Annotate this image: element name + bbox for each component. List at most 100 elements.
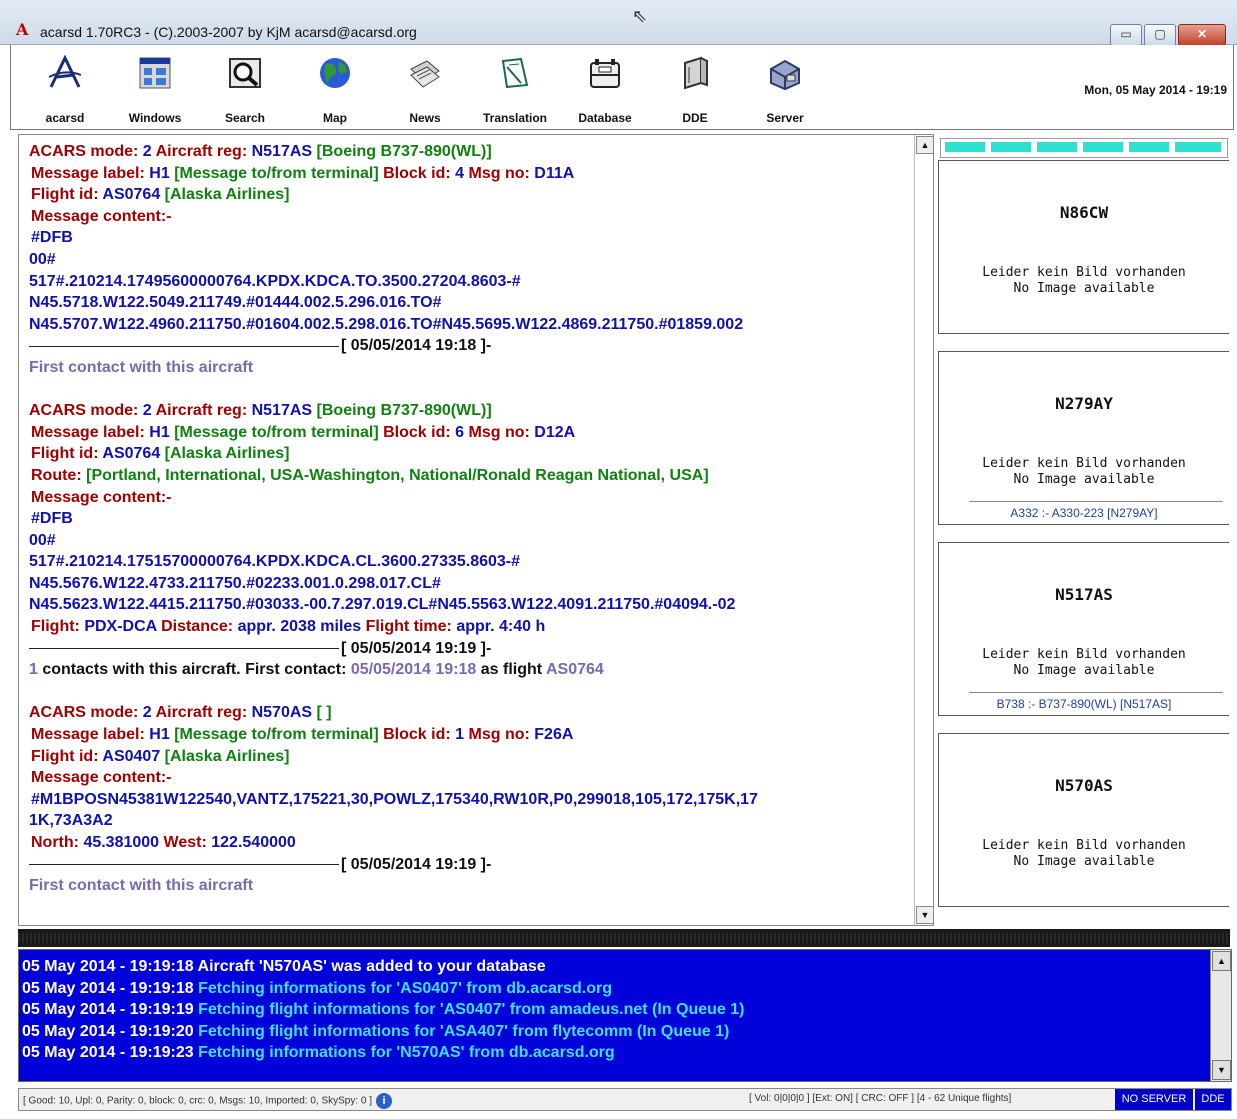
msgno-label: Msg no: [468, 423, 530, 441]
aircraft-card[interactable]: N517AS Leider kein Bild vorhanden No Imag… [938, 542, 1229, 716]
maximize-button[interactable]: ▢ [1144, 24, 1176, 46]
scroll-down-icon[interactable]: ▼ [1212, 1060, 1231, 1080]
toolbar-dde-label: DDE [682, 111, 708, 125]
block-label: Block id: [383, 726, 451, 744]
database-icon [590, 59, 620, 88]
flight-value: AS0764 [102, 445, 161, 463]
scroll-up-icon[interactable]: ▲ [916, 136, 933, 154]
toolbar-map-label: Map [323, 111, 347, 125]
status-settings: [ Vol: 0|0|0|0 ] [Ext: ON] [ CRC: OFF ] … [749, 1093, 1012, 1104]
toolbar-map-button[interactable]: Map [295, 49, 375, 125]
toolbar-database-button[interactable]: Database [565, 49, 645, 125]
route-line: Route: [Portland, International, USA-Was… [29, 465, 909, 487]
log-scrollbar[interactable]: ▲ ▼ [1210, 950, 1231, 1081]
toolbar-windows-button[interactable]: Windows [115, 49, 195, 125]
event-log-panel[interactable]: 05 May 2014 - 19:19:18 Aircraft 'N570AS'… [18, 949, 1232, 1082]
toolbar-translation-button[interactable]: Translation [475, 49, 555, 125]
no-image-text: Leider kein Bild vorhanden No Image avail… [939, 456, 1229, 488]
log-entry: 05 May 2014 - 19:19:23 Fetching informat… [22, 1044, 615, 1062]
window-title: acarsd 1.70RC3 - (C).2003-2007 by KjM ac… [40, 24, 417, 40]
toolbar-server-label: Server [766, 111, 804, 125]
toolbar-search-button[interactable]: Search [205, 49, 285, 125]
timestamp-separator: [ 05/05/2014 19:18 ]- [29, 335, 909, 357]
content-line: #M1BPOSN45381W122540,VANTZ,175221,30,POW… [31, 790, 758, 808]
timestamp-separator: [ 05/05/2014 19:19 ]- [29, 854, 909, 876]
flight-route-label: Flight: [31, 618, 80, 636]
no-image-text: Leider kein Bild vorhanden No Image avail… [939, 838, 1229, 870]
toolbar-news-button[interactable]: News [385, 49, 465, 125]
toolbar-translation-label: Translation [482, 111, 547, 125]
msgno-label: Msg no: [468, 726, 530, 744]
flight-id-line: Flight id: AS0407 [Alaska Airlines] [29, 746, 909, 768]
message-timestamp: [ 05/05/2014 19:19 ]- [341, 855, 492, 873]
dde-status-badge[interactable]: DDE [1195, 1089, 1231, 1110]
status-bar: [ Good: 10, Upl: 0, Parity: 0, block: 0,… [18, 1088, 1232, 1111]
content-line: 517#.210214.17495600000764.KPDX.KDCA.TO.… [29, 272, 521, 290]
acars-message-panel[interactable]: ACARS mode: 2 Aircraft reg: N517AS [Boei… [18, 134, 934, 926]
close-button[interactable]: ✕ [1178, 24, 1226, 46]
block-value: 6 [455, 423, 465, 441]
scroll-down-icon[interactable]: ▼ [916, 906, 933, 924]
block-value: 4 [455, 164, 465, 182]
aircraft-type-label: B738 :- B737-890(WL) [N517AS] [996, 697, 1172, 711]
aircraft-registration: N570AS [1055, 776, 1113, 795]
no-image-text: Leider kein Bild vorhanden No Image avail… [939, 265, 1229, 297]
scroll-up-icon[interactable]: ▲ [1212, 951, 1231, 971]
toolbar-dde-button[interactable]: DDE [655, 49, 735, 125]
msg-label-desc: [Message to/from terminal] [174, 726, 379, 744]
mouse-cursor-icon: ⇖ [632, 6, 648, 26]
windows-icon [139, 57, 171, 89]
server-icon [770, 59, 800, 91]
content-line: N45.5623.W122.4415.211750.#03033.-00.7.2… [29, 596, 736, 614]
toolbar: acarsd Windows Search Map News Translati… [10, 45, 1234, 130]
flight-id-line: Flight id: AS0764 [Alaska Airlines] [29, 443, 909, 465]
log-entry: 05 May 2014 - 19:19:18 Aircraft 'N570AS'… [22, 958, 546, 975]
block-value: 1 [455, 726, 465, 744]
aircraft-card[interactable]: N570AS Leider kein Bild vorhanden No Imag… [938, 733, 1229, 907]
content-label: Message content:- [31, 207, 172, 225]
flight-label: Flight id: [31, 747, 99, 765]
first-contact-time: 05/05/2014 19:18 [350, 661, 477, 679]
info-icon[interactable]: i [376, 1093, 393, 1109]
distance-label: Distance: [161, 618, 234, 636]
minimize-button[interactable]: ▭ [1110, 24, 1142, 46]
contacts-count: 1 [29, 661, 38, 679]
minimize-icon: ▭ [1120, 27, 1132, 41]
message-scrollbar[interactable]: ▲ ▼ [914, 135, 933, 925]
counters-text: [ Good: 10, Upl: 0, Parity: 0, block: 0,… [23, 1095, 373, 1107]
route-label: Route: [31, 466, 82, 484]
content-label: Message content:- [31, 488, 172, 506]
close-icon: ✕ [1196, 27, 1208, 41]
translation-icon [501, 57, 529, 89]
aircraft-registration: N279AY [1055, 394, 1113, 413]
toolbar-news-label: News [409, 111, 441, 125]
server-status-badge[interactable]: NO SERVER [1115, 1089, 1193, 1110]
message-timestamp: [ 05/05/2014 19:19 ]- [341, 639, 492, 657]
contact-info: 1 contacts with this aircraft. First con… [29, 659, 909, 681]
contacts-text: contacts with this aircraft. First conta… [42, 661, 347, 679]
aircraft-type: [ ] [316, 704, 332, 722]
msg-label-label: Message label: [31, 164, 145, 182]
aircraft-image-panel: N86CW Leider kein Bild vorhanden No Image… [938, 134, 1230, 924]
toolbar-server-button[interactable]: Server [745, 49, 825, 125]
no-image-en: No Image available [1013, 472, 1155, 487]
app-logo-icon: A [16, 20, 29, 39]
west-label: West: [163, 834, 207, 851]
aircraft-registration: N517AS [1055, 585, 1113, 604]
aircraft-card[interactable]: N86CW Leider kein Bild vorhanden No Image… [938, 160, 1229, 334]
toolbar-search-label: Search [224, 111, 266, 125]
first-contact-flight: AS0764 [545, 661, 604, 679]
aircraft-registration: N86CW [1059, 203, 1109, 222]
mode-value: 2 [142, 402, 152, 420]
reg-label: Aircraft reg: [155, 402, 248, 420]
toolbar-acarsd-button[interactable]: acarsd [25, 49, 105, 125]
panel-divider[interactable] [18, 929, 1230, 947]
msg-label-value: H1 [149, 164, 170, 182]
reg-value: N570AS [251, 704, 313, 722]
aircraft-card[interactable]: N279AY Leider kein Bild vorhanden No Imag… [938, 351, 1229, 525]
no-image-de: Leider kein Bild vorhanden [982, 647, 1186, 662]
msg-label-desc: [Message to/from terminal] [174, 423, 379, 441]
content-line: #DFB [31, 229, 73, 247]
no-image-text: Leider kein Bild vorhanden No Image avail… [939, 647, 1229, 679]
flight-value: AS0764 [102, 186, 161, 204]
